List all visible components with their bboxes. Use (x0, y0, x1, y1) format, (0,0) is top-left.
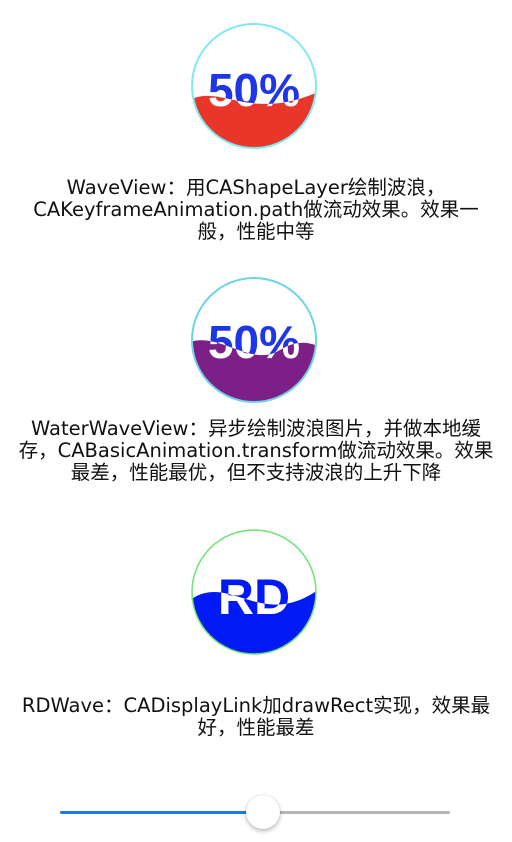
rd-wave-circle: RD RD (190, 528, 318, 656)
wave-view-circle: 50% 50% (190, 22, 318, 150)
slider-max-track[interactable] (263, 811, 450, 814)
water-wave-view-circle: 50% 50% (190, 276, 318, 404)
wave-level-slider[interactable] (60, 792, 450, 832)
slider-min-track[interactable] (60, 811, 263, 814)
wave-view-description: WaveView：用CAShapeLayer绘制波浪，CAKeyframeAni… (33, 176, 479, 243)
water-wave-view-description: WaterWaveView：异步绘制波浪图片，并做本地缓存，CABasicAni… (18, 417, 494, 484)
rd-wave-description: RDWave：CADisplayLink加drawRect实现，效果最好，性能最… (21, 694, 491, 739)
slider-thumb[interactable] (246, 795, 280, 829)
